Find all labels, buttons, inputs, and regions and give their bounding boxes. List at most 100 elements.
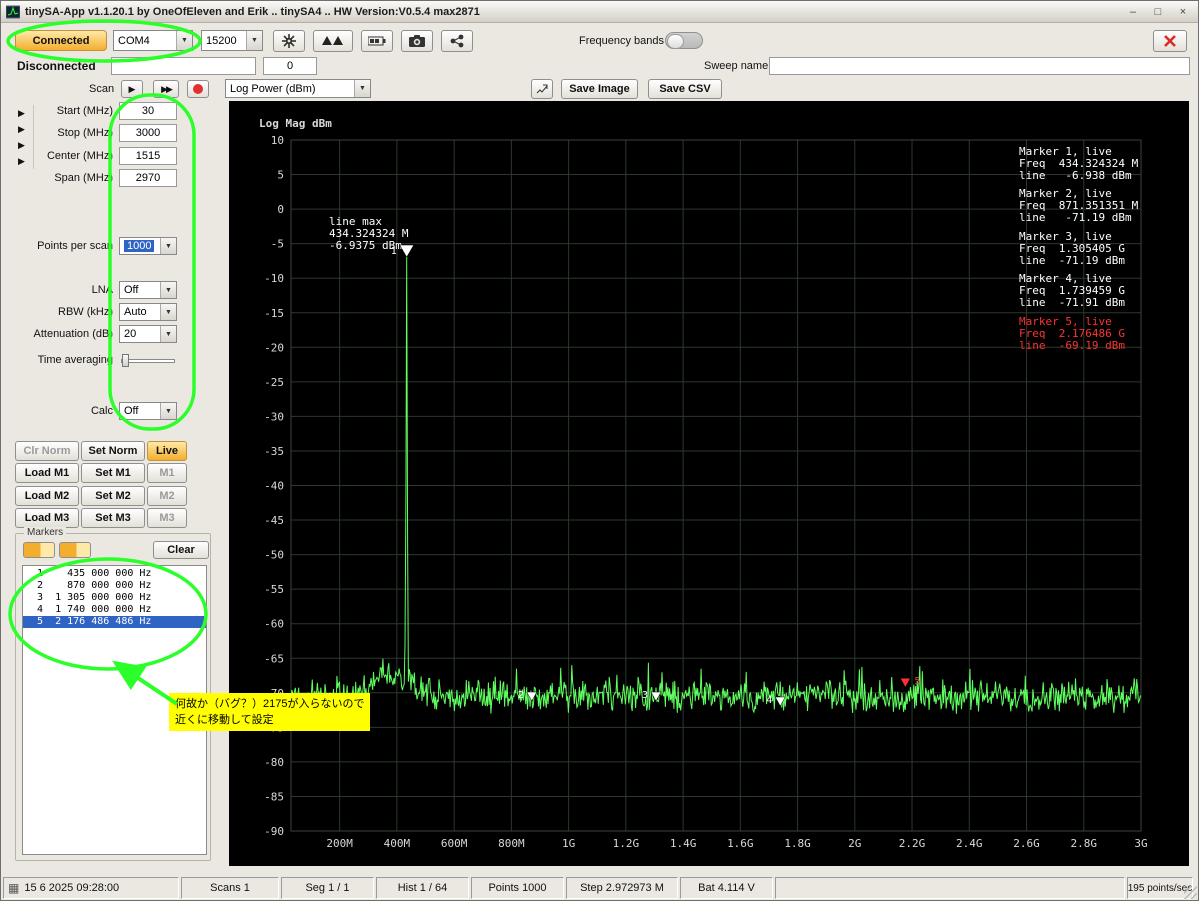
chart-panel: 1050-5-10-15-20-25-30-35-40-45-50-55-60-… (229, 101, 1189, 866)
com-port-select[interactable]: COM4 ▼ (113, 30, 193, 51)
points-per-scan-select[interactable]: 1000 ▼ (119, 237, 177, 255)
stop-input[interactable] (119, 124, 177, 142)
time-averaging-slider[interactable] (121, 359, 175, 363)
baud-rate-value: 15200 (206, 35, 237, 47)
center-input[interactable] (119, 147, 177, 165)
svg-text:-20: -20 (264, 341, 284, 354)
resize-grip[interactable] (1184, 886, 1197, 899)
close-button[interactable]: × (1173, 4, 1193, 20)
live-button[interactable]: Live (147, 441, 187, 461)
svg-text:1.4G: 1.4G (670, 837, 697, 850)
settings-button[interactable] (273, 30, 305, 52)
up-arrows-button[interactable] (313, 30, 353, 52)
svg-text:-60: -60 (264, 618, 284, 631)
load-m1-button[interactable]: Load M1 (15, 463, 79, 483)
annotation-note: 何故か（バグ？）2175が入らないので 近くに移動して設定 (169, 693, 370, 731)
annotation-note-line1: 何故か（バグ？）2175が入らないので (175, 696, 364, 712)
status-segment: Scans 1 (181, 877, 279, 899)
display-mode-select[interactable]: Log Power (dBm) ▼ (225, 79, 371, 98)
marker-list-item[interactable]: 4 1 740 000 000 Hz (23, 604, 206, 616)
marker-list-item[interactable]: 3 1 305 000 000 Hz (23, 592, 206, 604)
record-button[interactable] (187, 80, 209, 98)
rbw-select[interactable]: Auto ▼ (119, 303, 177, 321)
lna-select[interactable]: Off ▼ (119, 281, 177, 299)
rbw-label: RBW (kHz) (1, 306, 113, 318)
status-segment-text: Bat 4.114 V (698, 882, 755, 894)
scan-play-button[interactable]: ▶ (121, 80, 143, 98)
chevron-down-icon: ▼ (176, 31, 192, 50)
marker-list-item[interactable]: 2 870 000 000 Hz (23, 580, 206, 592)
marker-color-button-2[interactable] (59, 542, 91, 558)
clr-norm-button[interactable]: Clr Norm (15, 441, 79, 461)
offset-input[interactable] (263, 57, 317, 75)
start-input[interactable] (119, 102, 177, 120)
svg-text:-50: -50 (264, 549, 284, 562)
save-csv-button[interactable]: Save CSV (648, 79, 722, 99)
device-info-input[interactable] (111, 57, 256, 75)
battery-status-button[interactable] (361, 30, 393, 52)
marker-list-item[interactable]: 5 2 176 486 486 Hz (23, 616, 206, 628)
svg-text:1G: 1G (562, 837, 575, 850)
set-m2-button[interactable]: Set M2 (81, 486, 145, 506)
annotation-circle-settings (110, 95, 194, 429)
chevron-down-icon: ▼ (160, 238, 176, 254)
baud-rate-select[interactable]: 15200 ▼ (201, 30, 263, 51)
minimize-button[interactable]: – (1123, 4, 1143, 20)
status-segment-text: Hist 1 / 64 (398, 882, 448, 894)
svg-text:1.2G: 1.2G (613, 837, 640, 850)
spectrum-chart[interactable]: 1050-5-10-15-20-25-30-35-40-45-50-55-60-… (229, 101, 1189, 866)
m1-button[interactable]: M1 (147, 463, 187, 483)
com-port-value: COM4 (118, 35, 150, 47)
svg-text:-65: -65 (264, 652, 284, 665)
svg-text:10: 10 (271, 134, 284, 147)
sweep-name-label: Sweep name (704, 60, 768, 72)
clear-markers-button[interactable]: Clear (153, 541, 209, 559)
set-m1-button[interactable]: Set M1 (81, 463, 145, 483)
status-segment-text: Points 1000 (488, 882, 546, 894)
record-icon (193, 84, 203, 94)
sweep-name-input[interactable] (769, 57, 1190, 75)
set-m3-button[interactable]: Set M3 (81, 508, 145, 528)
status-segment-text: 195 points/sec (1128, 883, 1193, 894)
app-window: tinySA-App v1.1.20.1 by OneOfEleven and … (0, 0, 1199, 901)
status-segment-text: Step 2.972973 M (580, 882, 664, 894)
status-segment: Step 2.972973 M (566, 877, 678, 899)
time-averaging-slider-thumb[interactable] (122, 354, 129, 367)
save-image-button[interactable]: Save Image (561, 79, 638, 99)
svg-text:-35: -35 (264, 445, 284, 458)
load-m3-button[interactable]: Load M3 (15, 508, 79, 528)
disconnected-label: Disconnected (17, 59, 96, 73)
screenshot-button[interactable] (401, 30, 433, 52)
lna-value: Off (124, 284, 138, 296)
share-button[interactable] (441, 30, 473, 52)
svg-text:2.8G: 2.8G (1071, 837, 1098, 850)
load-m2-button[interactable]: Load M2 (15, 486, 79, 506)
svg-text:line -71.91 dBm: line -71.91 dBm (1019, 296, 1125, 309)
span-input[interactable] (119, 169, 177, 187)
marker-color-button-1[interactable] (23, 542, 55, 558)
set-norm-button[interactable]: Set Norm (81, 441, 145, 461)
title-bar[interactable]: tinySA-App v1.1.20.1 by OneOfEleven and … (1, 1, 1198, 23)
calc-select[interactable]: Off ▼ (119, 402, 177, 420)
status-segment: Hist 1 / 64 (376, 877, 469, 899)
svg-text:1: 1 (391, 246, 397, 257)
popout-chart-button[interactable] (531, 79, 553, 99)
display-mode-value: Log Power (dBm) (230, 83, 316, 95)
m3-button[interactable]: M3 (147, 508, 187, 528)
maximize-button[interactable]: □ (1148, 4, 1168, 20)
close-x-button[interactable] (1153, 30, 1187, 52)
status-segment: ▦15 6 2025 09:28:00 (3, 877, 179, 899)
scan-fast-button[interactable]: ▶▶ (153, 80, 179, 98)
svg-text:-15: -15 (264, 307, 284, 320)
svg-text:-90: -90 (264, 825, 284, 838)
status-segment-text: Scans 1 (210, 882, 250, 894)
frequency-bands-toggle[interactable] (665, 32, 703, 49)
connected-button[interactable]: Connected (15, 30, 107, 51)
m2-button[interactable]: M2 (147, 486, 187, 506)
lna-label: LNA (1, 284, 113, 296)
svg-text:-30: -30 (264, 410, 284, 423)
share-nodes-icon (450, 34, 464, 48)
attenuation-select[interactable]: 20 ▼ (119, 325, 177, 343)
marker-list-item[interactable]: 1 435 000 000 Hz (23, 568, 206, 580)
svg-text:400M: 400M (384, 837, 411, 850)
